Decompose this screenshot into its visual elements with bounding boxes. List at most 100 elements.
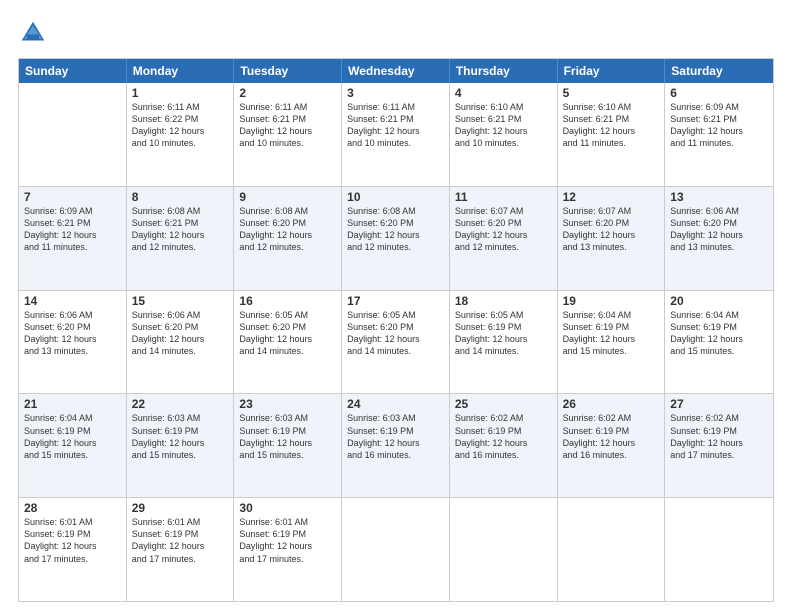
day-info: Sunrise: 6:05 AM Sunset: 6:20 PM Dayligh…: [239, 309, 336, 358]
calendar-day-11: 11Sunrise: 6:07 AM Sunset: 6:20 PM Dayli…: [450, 187, 558, 290]
calendar-empty: [665, 498, 773, 601]
day-number: 16: [239, 294, 336, 308]
calendar-empty: [342, 498, 450, 601]
day-number: 29: [132, 501, 229, 515]
header-day-thursday: Thursday: [450, 59, 558, 83]
calendar-day-19: 19Sunrise: 6:04 AM Sunset: 6:19 PM Dayli…: [558, 291, 666, 394]
day-info: Sunrise: 6:10 AM Sunset: 6:21 PM Dayligh…: [455, 101, 552, 150]
day-info: Sunrise: 6:04 AM Sunset: 6:19 PM Dayligh…: [24, 412, 121, 461]
calendar-day-2: 2Sunrise: 6:11 AM Sunset: 6:21 PM Daylig…: [234, 83, 342, 186]
day-number: 9: [239, 190, 336, 204]
day-number: 15: [132, 294, 229, 308]
day-info: Sunrise: 6:04 AM Sunset: 6:19 PM Dayligh…: [670, 309, 768, 358]
day-info: Sunrise: 6:05 AM Sunset: 6:20 PM Dayligh…: [347, 309, 444, 358]
calendar: SundayMondayTuesdayWednesdayThursdayFrid…: [18, 58, 774, 602]
day-info: Sunrise: 6:08 AM Sunset: 6:20 PM Dayligh…: [239, 205, 336, 254]
calendar-day-20: 20Sunrise: 6:04 AM Sunset: 6:19 PM Dayli…: [665, 291, 773, 394]
calendar-day-12: 12Sunrise: 6:07 AM Sunset: 6:20 PM Dayli…: [558, 187, 666, 290]
logo-icon: [18, 18, 48, 48]
day-number: 19: [563, 294, 660, 308]
calendar-day-10: 10Sunrise: 6:08 AM Sunset: 6:20 PM Dayli…: [342, 187, 450, 290]
day-number: 21: [24, 397, 121, 411]
day-info: Sunrise: 6:08 AM Sunset: 6:20 PM Dayligh…: [347, 205, 444, 254]
day-info: Sunrise: 6:06 AM Sunset: 6:20 PM Dayligh…: [670, 205, 768, 254]
day-number: 3: [347, 86, 444, 100]
calendar-empty: [19, 83, 127, 186]
calendar-day-25: 25Sunrise: 6:02 AM Sunset: 6:19 PM Dayli…: [450, 394, 558, 497]
calendar-header: SundayMondayTuesdayWednesdayThursdayFrid…: [19, 59, 773, 83]
calendar-day-3: 3Sunrise: 6:11 AM Sunset: 6:21 PM Daylig…: [342, 83, 450, 186]
calendar-day-24: 24Sunrise: 6:03 AM Sunset: 6:19 PM Dayli…: [342, 394, 450, 497]
day-number: 20: [670, 294, 768, 308]
day-info: Sunrise: 6:11 AM Sunset: 6:22 PM Dayligh…: [132, 101, 229, 150]
day-info: Sunrise: 6:08 AM Sunset: 6:21 PM Dayligh…: [132, 205, 229, 254]
calendar-day-26: 26Sunrise: 6:02 AM Sunset: 6:19 PM Dayli…: [558, 394, 666, 497]
calendar-day-5: 5Sunrise: 6:10 AM Sunset: 6:21 PM Daylig…: [558, 83, 666, 186]
day-number: 18: [455, 294, 552, 308]
day-info: Sunrise: 6:11 AM Sunset: 6:21 PM Dayligh…: [347, 101, 444, 150]
day-number: 25: [455, 397, 552, 411]
header: [18, 18, 774, 48]
header-day-saturday: Saturday: [665, 59, 773, 83]
day-number: 5: [563, 86, 660, 100]
day-number: 2: [239, 86, 336, 100]
calendar-day-15: 15Sunrise: 6:06 AM Sunset: 6:20 PM Dayli…: [127, 291, 235, 394]
day-info: Sunrise: 6:03 AM Sunset: 6:19 PM Dayligh…: [347, 412, 444, 461]
calendar-day-29: 29Sunrise: 6:01 AM Sunset: 6:19 PM Dayli…: [127, 498, 235, 601]
calendar-empty: [450, 498, 558, 601]
day-number: 13: [670, 190, 768, 204]
day-number: 17: [347, 294, 444, 308]
day-number: 30: [239, 501, 336, 515]
day-info: Sunrise: 6:02 AM Sunset: 6:19 PM Dayligh…: [455, 412, 552, 461]
day-info: Sunrise: 6:07 AM Sunset: 6:20 PM Dayligh…: [455, 205, 552, 254]
calendar-day-23: 23Sunrise: 6:03 AM Sunset: 6:19 PM Dayli…: [234, 394, 342, 497]
day-number: 10: [347, 190, 444, 204]
calendar-day-22: 22Sunrise: 6:03 AM Sunset: 6:19 PM Dayli…: [127, 394, 235, 497]
calendar-day-21: 21Sunrise: 6:04 AM Sunset: 6:19 PM Dayli…: [19, 394, 127, 497]
day-info: Sunrise: 6:06 AM Sunset: 6:20 PM Dayligh…: [132, 309, 229, 358]
day-number: 23: [239, 397, 336, 411]
calendar-body: 1Sunrise: 6:11 AM Sunset: 6:22 PM Daylig…: [19, 83, 773, 601]
day-number: 14: [24, 294, 121, 308]
calendar-day-6: 6Sunrise: 6:09 AM Sunset: 6:21 PM Daylig…: [665, 83, 773, 186]
day-number: 26: [563, 397, 660, 411]
day-number: 7: [24, 190, 121, 204]
day-info: Sunrise: 6:03 AM Sunset: 6:19 PM Dayligh…: [132, 412, 229, 461]
calendar-week-2: 7Sunrise: 6:09 AM Sunset: 6:21 PM Daylig…: [19, 187, 773, 291]
logo: [18, 18, 52, 48]
header-day-sunday: Sunday: [19, 59, 127, 83]
header-day-tuesday: Tuesday: [234, 59, 342, 83]
calendar-day-27: 27Sunrise: 6:02 AM Sunset: 6:19 PM Dayli…: [665, 394, 773, 497]
day-number: 28: [24, 501, 121, 515]
day-number: 6: [670, 86, 768, 100]
day-info: Sunrise: 6:11 AM Sunset: 6:21 PM Dayligh…: [239, 101, 336, 150]
day-info: Sunrise: 6:01 AM Sunset: 6:19 PM Dayligh…: [239, 516, 336, 565]
calendar-day-7: 7Sunrise: 6:09 AM Sunset: 6:21 PM Daylig…: [19, 187, 127, 290]
page: SundayMondayTuesdayWednesdayThursdayFrid…: [0, 0, 792, 612]
day-info: Sunrise: 6:06 AM Sunset: 6:20 PM Dayligh…: [24, 309, 121, 358]
calendar-day-1: 1Sunrise: 6:11 AM Sunset: 6:22 PM Daylig…: [127, 83, 235, 186]
day-info: Sunrise: 6:07 AM Sunset: 6:20 PM Dayligh…: [563, 205, 660, 254]
day-number: 24: [347, 397, 444, 411]
day-number: 12: [563, 190, 660, 204]
calendar-week-4: 21Sunrise: 6:04 AM Sunset: 6:19 PM Dayli…: [19, 394, 773, 498]
day-info: Sunrise: 6:01 AM Sunset: 6:19 PM Dayligh…: [24, 516, 121, 565]
header-day-friday: Friday: [558, 59, 666, 83]
calendar-day-4: 4Sunrise: 6:10 AM Sunset: 6:21 PM Daylig…: [450, 83, 558, 186]
day-number: 1: [132, 86, 229, 100]
day-info: Sunrise: 6:05 AM Sunset: 6:19 PM Dayligh…: [455, 309, 552, 358]
header-day-wednesday: Wednesday: [342, 59, 450, 83]
day-number: 27: [670, 397, 768, 411]
calendar-day-16: 16Sunrise: 6:05 AM Sunset: 6:20 PM Dayli…: [234, 291, 342, 394]
day-number: 11: [455, 190, 552, 204]
day-number: 22: [132, 397, 229, 411]
day-info: Sunrise: 6:10 AM Sunset: 6:21 PM Dayligh…: [563, 101, 660, 150]
header-day-monday: Monday: [127, 59, 235, 83]
calendar-day-30: 30Sunrise: 6:01 AM Sunset: 6:19 PM Dayli…: [234, 498, 342, 601]
calendar-day-8: 8Sunrise: 6:08 AM Sunset: 6:21 PM Daylig…: [127, 187, 235, 290]
calendar-day-14: 14Sunrise: 6:06 AM Sunset: 6:20 PM Dayli…: [19, 291, 127, 394]
calendar-day-28: 28Sunrise: 6:01 AM Sunset: 6:19 PM Dayli…: [19, 498, 127, 601]
calendar-empty: [558, 498, 666, 601]
calendar-day-9: 9Sunrise: 6:08 AM Sunset: 6:20 PM Daylig…: [234, 187, 342, 290]
day-info: Sunrise: 6:02 AM Sunset: 6:19 PM Dayligh…: [563, 412, 660, 461]
